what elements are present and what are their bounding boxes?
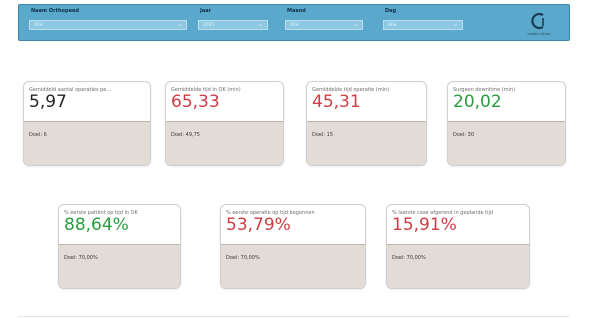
kpi-goal: Doel: 6 [29, 132, 47, 138]
kpi-footer: Doel: 70,00% [59, 244, 180, 288]
kpi-footer: Doel: 70,00% [387, 244, 529, 288]
kpi-value: 53,79% [226, 215, 291, 235]
logo: cortex clinics [517, 10, 561, 38]
kpi-goal: Doel: 30 [453, 132, 475, 138]
select-value: Alle [290, 23, 299, 28]
chevron-down-icon: ⌄ [352, 21, 358, 28]
select-value: 2021 [203, 23, 215, 28]
kpi-card-laatste-case[interactable]: % laatste case afgerond in geplande tijd… [386, 204, 530, 289]
kpi-value: 45,31 [312, 92, 361, 112]
kpi-goal: Doel: 49,75 [171, 132, 200, 138]
filter-jaar: Jaar 2021 ⌄ [198, 7, 268, 30]
kpi-card-eerste-patient[interactable]: % eerste patiënt op tijd in OK 88,64% Do… [58, 204, 181, 289]
filter-label: Naam Orthopeed [31, 8, 79, 14]
divider [18, 316, 570, 317]
kpi-footer: Doel: 70,00% [221, 244, 365, 288]
chevron-down-icon: ⌄ [452, 21, 458, 28]
jaar-select[interactable]: 2021 ⌄ [198, 20, 268, 30]
orthopeed-select[interactable]: Alle ⌄ [29, 20, 187, 30]
logo-mark-icon [531, 12, 544, 30]
filter-label: Maand [287, 8, 306, 14]
kpi-card-operaties[interactable]: Gemiddeld aantal operaties pe... 5,97 Do… [23, 81, 151, 166]
kpi-card-eerste-operatie[interactable]: % eerste operatie op tijd begonnen 53,79… [220, 204, 366, 289]
kpi-goal: Doel: 70,00% [64, 255, 98, 261]
filter-dag: Dag Alle ⌄ [383, 7, 463, 30]
select-value: Alle [388, 23, 397, 28]
kpi-goal: Doel: 15 [312, 132, 334, 138]
kpi-card-tijd-operatie[interactable]: Gemiddelde tijd operatie (min) 45,31 Doe… [306, 81, 427, 166]
kpi-goal: Doel: 70,00% [226, 255, 260, 261]
kpi-card-tijd-in-ok[interactable]: Gemiddelde tijd in OK (min) 65,33 Doel: … [165, 81, 284, 166]
kpi-footer: Doel: 15 [307, 121, 426, 165]
filter-label: Jaar [200, 8, 212, 14]
filter-maand: Maand Alle ⌄ [285, 7, 363, 30]
kpi-goal: Doel: 70,00% [392, 255, 426, 261]
kpi-value: 65,33 [171, 92, 220, 112]
filter-label: Dag [385, 8, 397, 14]
kpi-value: 20,02 [453, 92, 502, 112]
kpi-footer: Doel: 49,75 [166, 121, 283, 165]
kpi-value: 5,97 [29, 92, 67, 112]
select-value: Alle [34, 23, 43, 28]
chevron-down-icon: ⌄ [176, 21, 182, 28]
maand-select[interactable]: Alle ⌄ [285, 20, 363, 30]
kpi-value: 15,91% [392, 215, 457, 235]
dag-select[interactable]: Alle ⌄ [383, 20, 463, 30]
kpi-card-surgeon-downtime[interactable]: Surgeon downtime (min) 20,02 Doel: 30 [447, 81, 566, 166]
logo-text: cortex clinics [527, 32, 551, 36]
kpi-value: 88,64% [64, 215, 129, 235]
filter-naam-orthopeed: Naam Orthopeed Alle ⌄ [29, 7, 187, 30]
kpi-footer: Doel: 6 [24, 121, 150, 165]
chevron-down-icon: ⌄ [257, 21, 263, 28]
filter-bar: Naam Orthopeed Alle ⌄ Jaar 2021 ⌄ Maand … [18, 4, 570, 41]
kpi-footer: Doel: 30 [448, 121, 565, 165]
